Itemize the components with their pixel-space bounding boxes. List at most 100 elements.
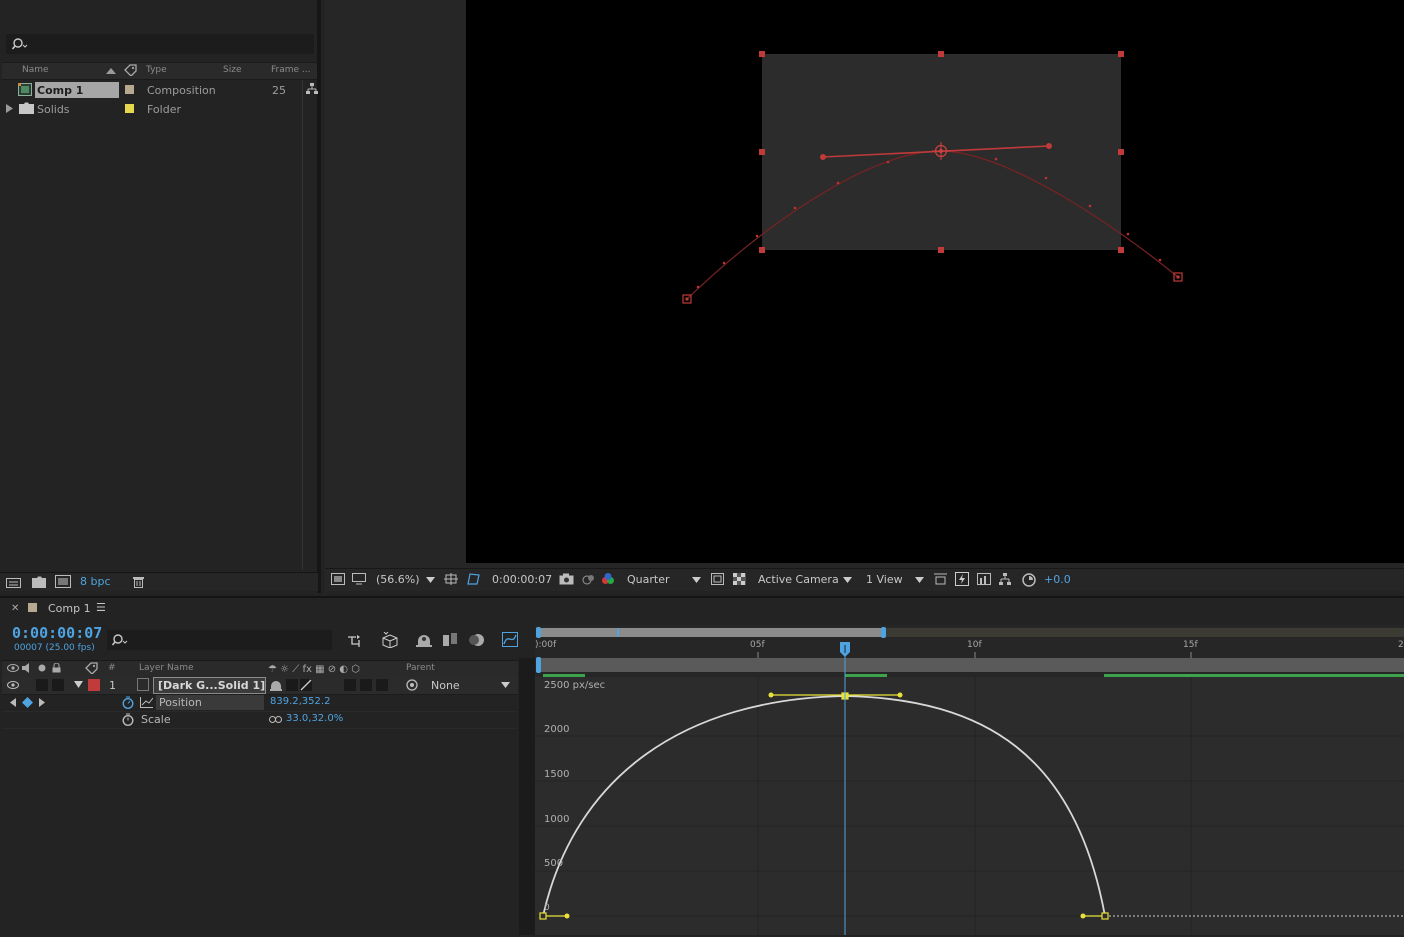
layer-column-header: # Layer Name ☂ ☼ ⟋ fx ▦ ⊘ ◐ ⬡ Parent (2, 660, 518, 678)
quality-switch-icon[interactable] (300, 679, 312, 691)
toggle-pixel-aspect-icon[interactable] (934, 573, 947, 585)
region-of-interest-icon[interactable] (711, 573, 724, 585)
exposure-value[interactable]: +0.0 (1044, 573, 1071, 586)
color-channels-icon[interactable] (601, 573, 615, 585)
project-footer: 8 bpc (0, 572, 318, 591)
motion-blur-icon[interactable] (469, 633, 485, 647)
influence-handle-left[interactable] (768, 692, 774, 698)
previous-keyframe-icon[interactable] (10, 698, 16, 707)
mask-visibility-icon[interactable] (466, 573, 480, 585)
layer-label-swatch[interactable] (88, 679, 100, 691)
graph-y-label: 1000 (544, 814, 570, 825)
layer-name[interactable]: [Dark G...Solid 1] (158, 679, 265, 692)
svg-text:☂ ☼ ⟋ fx ▦ ⊘ ◐ ⬡: ☂ ☼ ⟋ fx ▦ ⊘ ◐ ⬡ (268, 664, 360, 674)
view-layout-select[interactable]: 1 View (866, 573, 903, 586)
zoom-level[interactable]: (56.6%) (376, 573, 420, 586)
collapse-switch[interactable] (286, 679, 298, 691)
flowchart-icon[interactable] (998, 573, 1012, 586)
bezier-handle-right[interactable] (1046, 143, 1052, 149)
video-visibility-icon[interactable] (7, 664, 19, 672)
frame-blending-icon[interactable] (443, 633, 457, 647)
timeline-search-input[interactable] (107, 630, 332, 650)
close-icon[interactable]: ✕ (11, 603, 19, 614)
audio-icon[interactable] (22, 663, 33, 673)
graph-y-label: 1500 (544, 769, 570, 780)
stopwatch-icon[interactable] (122, 696, 134, 709)
lock-toggle[interactable] (52, 679, 64, 691)
chevron-down-icon[interactable] (915, 577, 924, 583)
graph-toggle-icon[interactable] (140, 697, 153, 708)
motion-path-overlay[interactable] (0, 0, 1404, 568)
influence-handle-right[interactable] (897, 692, 903, 698)
graph-y-label: 2000 (544, 724, 570, 735)
3d-layer-switch[interactable] (376, 679, 388, 691)
frame-rate-info: 00007 (25.00 fps) (14, 643, 95, 653)
chevron-down-icon[interactable] (501, 682, 510, 688)
anchor-point-icon[interactable] (932, 142, 950, 160)
motion-blur-switch[interactable] (360, 679, 372, 691)
collapse-triangle-icon[interactable] (74, 681, 83, 688)
chevron-down-icon[interactable] (843, 577, 852, 583)
graph-unit-label: 2500 px/sec (544, 680, 606, 691)
column-parent[interactable]: Parent (406, 663, 435, 673)
graph-editor-icon[interactable] (502, 632, 518, 647)
stopwatch-icon[interactable] (122, 713, 134, 726)
property-row-scale[interactable]: Scale 33.0,32.0% (2, 712, 518, 729)
search-icon (112, 633, 130, 647)
timeline-tab[interactable]: ✕ Comp 1 ☰ (0, 600, 140, 618)
lock-icon[interactable] (52, 663, 61, 673)
next-keyframe-icon[interactable] (39, 698, 45, 707)
panel-menu-icon[interactable]: ☰ (96, 601, 106, 614)
transparency-grid-icon[interactable] (733, 573, 746, 585)
shy-layers-icon[interactable] (416, 633, 432, 647)
chevron-down-icon[interactable] (692, 577, 701, 583)
solo-icon[interactable] (38, 664, 46, 672)
new-folder-icon[interactable] (32, 576, 46, 588)
snapshot-camera-icon[interactable] (559, 573, 574, 585)
property-value[interactable]: 33.0,32.0% (286, 713, 343, 724)
property-row-position[interactable]: Position 839.2,352.2 (2, 695, 518, 712)
viewer-timecode[interactable]: 0:00:00:07 (492, 573, 552, 586)
monitor-icon[interactable] (352, 573, 366, 585)
eye-icon[interactable] (7, 681, 19, 689)
fast-previews-icon[interactable] (955, 572, 969, 586)
resolution-select[interactable]: Quarter (627, 573, 670, 586)
graph-keyframe-start[interactable] (539, 912, 547, 920)
layer-row[interactable]: 1 [Dark G...Solid 1] None (2, 677, 518, 695)
interpret-footage-icon[interactable] (6, 576, 21, 588)
graph-y-label: 500 (544, 858, 564, 869)
trash-icon[interactable] (133, 576, 144, 588)
timeline-icon[interactable] (977, 573, 991, 585)
draft-3d-icon[interactable] (381, 632, 399, 648)
solo-toggle[interactable] (36, 679, 48, 691)
label-tag-icon[interactable] (85, 662, 98, 674)
reset-exposure-icon[interactable] (1022, 573, 1036, 587)
influence-handle-end[interactable] (1080, 913, 1086, 919)
add-keyframe-icon[interactable] (22, 697, 33, 708)
shy-icon[interactable] (270, 679, 282, 691)
pick-whip-icon[interactable] (406, 679, 418, 691)
camera-view-select[interactable]: Active Camera (758, 573, 839, 586)
timeline-timecode[interactable]: 0:00:00:07 (12, 624, 102, 642)
new-composition-icon[interactable] (55, 575, 71, 588)
graph-editor-canvas[interactable] (535, 625, 1404, 935)
frame-blend-switch[interactable] (344, 679, 356, 691)
project-bpc[interactable]: 8 bpc (80, 575, 111, 588)
always-preview-icon[interactable] (331, 573, 345, 585)
property-value[interactable]: 839.2,352.2 (270, 696, 330, 707)
timeline-splitter[interactable] (519, 658, 535, 935)
influence-handle-start[interactable] (564, 913, 570, 919)
layer-switches-icons[interactable]: ☂ ☼ ⟋ fx ▦ ⊘ ◐ ⬡ (268, 662, 390, 674)
graph-keyframe-end[interactable] (1101, 912, 1109, 920)
column-layer-name[interactable]: Layer Name (139, 663, 194, 673)
bezier-handle-left[interactable] (820, 154, 826, 160)
chevron-down-icon[interactable] (426, 577, 435, 583)
parent-select[interactable]: None (431, 679, 460, 692)
graph-y-label: 0 (544, 903, 550, 913)
column-number: # (108, 663, 116, 673)
composition-mini-flowchart-icon[interactable] (347, 634, 364, 647)
show-snapshot-icon[interactable] (581, 573, 596, 585)
title-action-safe-icon[interactable] (444, 573, 458, 585)
speed-graph-curve[interactable] (542, 695, 1106, 917)
constrain-proportions-link-icon[interactable] (269, 716, 282, 723)
